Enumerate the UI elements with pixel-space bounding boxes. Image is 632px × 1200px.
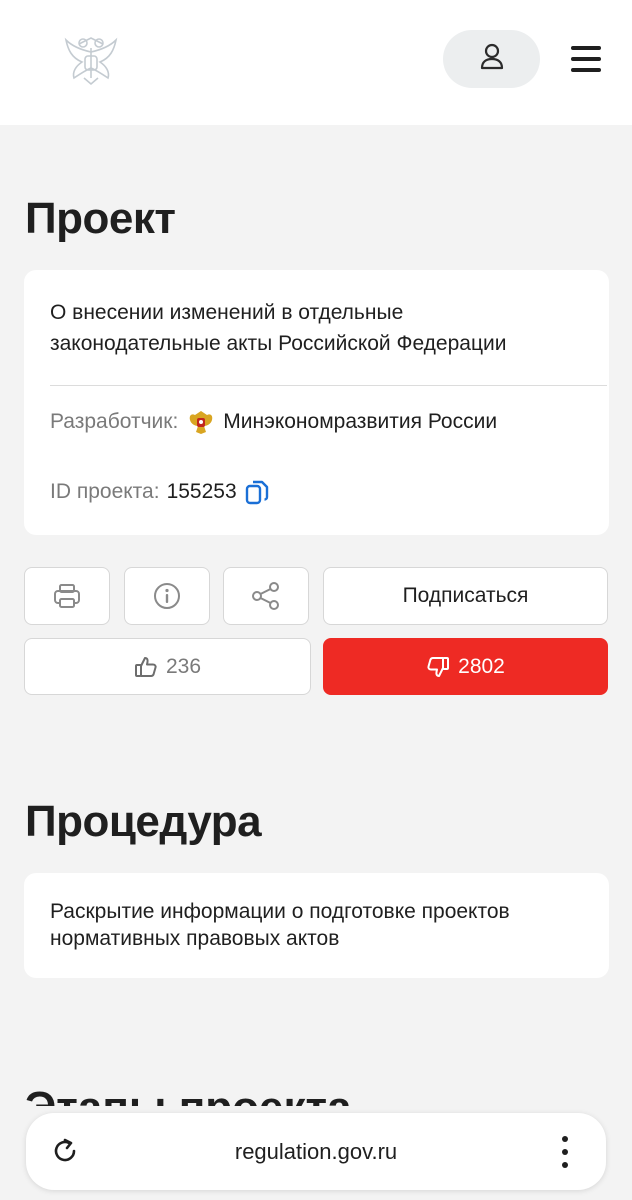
procedure-section-title: Процедура xyxy=(25,797,262,846)
subscribe-button[interactable]: Подписаться xyxy=(323,567,608,625)
developer-row: Разработчик: Минэкономразвития России xyxy=(50,408,497,436)
developer-label: Разработчик: xyxy=(50,410,179,433)
thumbs-up-icon xyxy=(134,655,158,679)
url-text[interactable]: regulation.gov.ru xyxy=(26,1139,606,1165)
ministry-emblem-icon xyxy=(187,408,215,436)
site-header xyxy=(0,0,632,125)
procedure-text-line1: Раскрытие информации о подготовке проект… xyxy=(50,900,510,923)
info-button[interactable] xyxy=(124,567,210,625)
project-id-row: ID проекта: 155253 xyxy=(50,478,270,506)
card-divider xyxy=(50,385,607,386)
share-button[interactable] xyxy=(223,567,309,625)
project-name-line2: законодательные акты Российской Федераци… xyxy=(50,332,507,355)
project-card: О внесении изменений в отдельные законод… xyxy=(24,270,609,535)
developer-value: Минэкономразвития России xyxy=(223,410,498,433)
copy-icon[interactable] xyxy=(244,478,270,506)
project-id-label: ID проекта: xyxy=(50,480,160,503)
procedure-card: Раскрытие информации о подготовке проект… xyxy=(24,873,609,978)
project-id-value: 155253 xyxy=(166,480,237,503)
stages-section-title: Этапы проекта xyxy=(25,1078,352,1106)
printer-icon xyxy=(52,581,82,611)
like-button[interactable]: 236 xyxy=(24,638,311,695)
thumbs-down-icon xyxy=(426,655,450,679)
info-icon xyxy=(152,581,182,611)
print-button[interactable] xyxy=(24,567,110,625)
user-icon xyxy=(480,43,504,76)
dislike-button[interactable]: 2802 xyxy=(323,638,608,695)
more-vertical-icon[interactable] xyxy=(560,1135,570,1169)
project-name-line1: О внесении изменений в отдельные xyxy=(50,301,404,324)
procedure-text-line2: нормативных правовых актов xyxy=(50,927,340,950)
coat-of-arms-icon[interactable] xyxy=(62,34,120,86)
browser-url-bar[interactable]: regulation.gov.ru xyxy=(26,1113,606,1190)
project-section-title: Проект xyxy=(25,194,176,243)
share-icon xyxy=(250,581,282,611)
dislikes-count: 2802 xyxy=(458,654,505,678)
likes-count: 236 xyxy=(165,654,202,678)
hamburger-menu-icon[interactable] xyxy=(568,42,604,76)
user-profile-button[interactable] xyxy=(443,30,540,88)
